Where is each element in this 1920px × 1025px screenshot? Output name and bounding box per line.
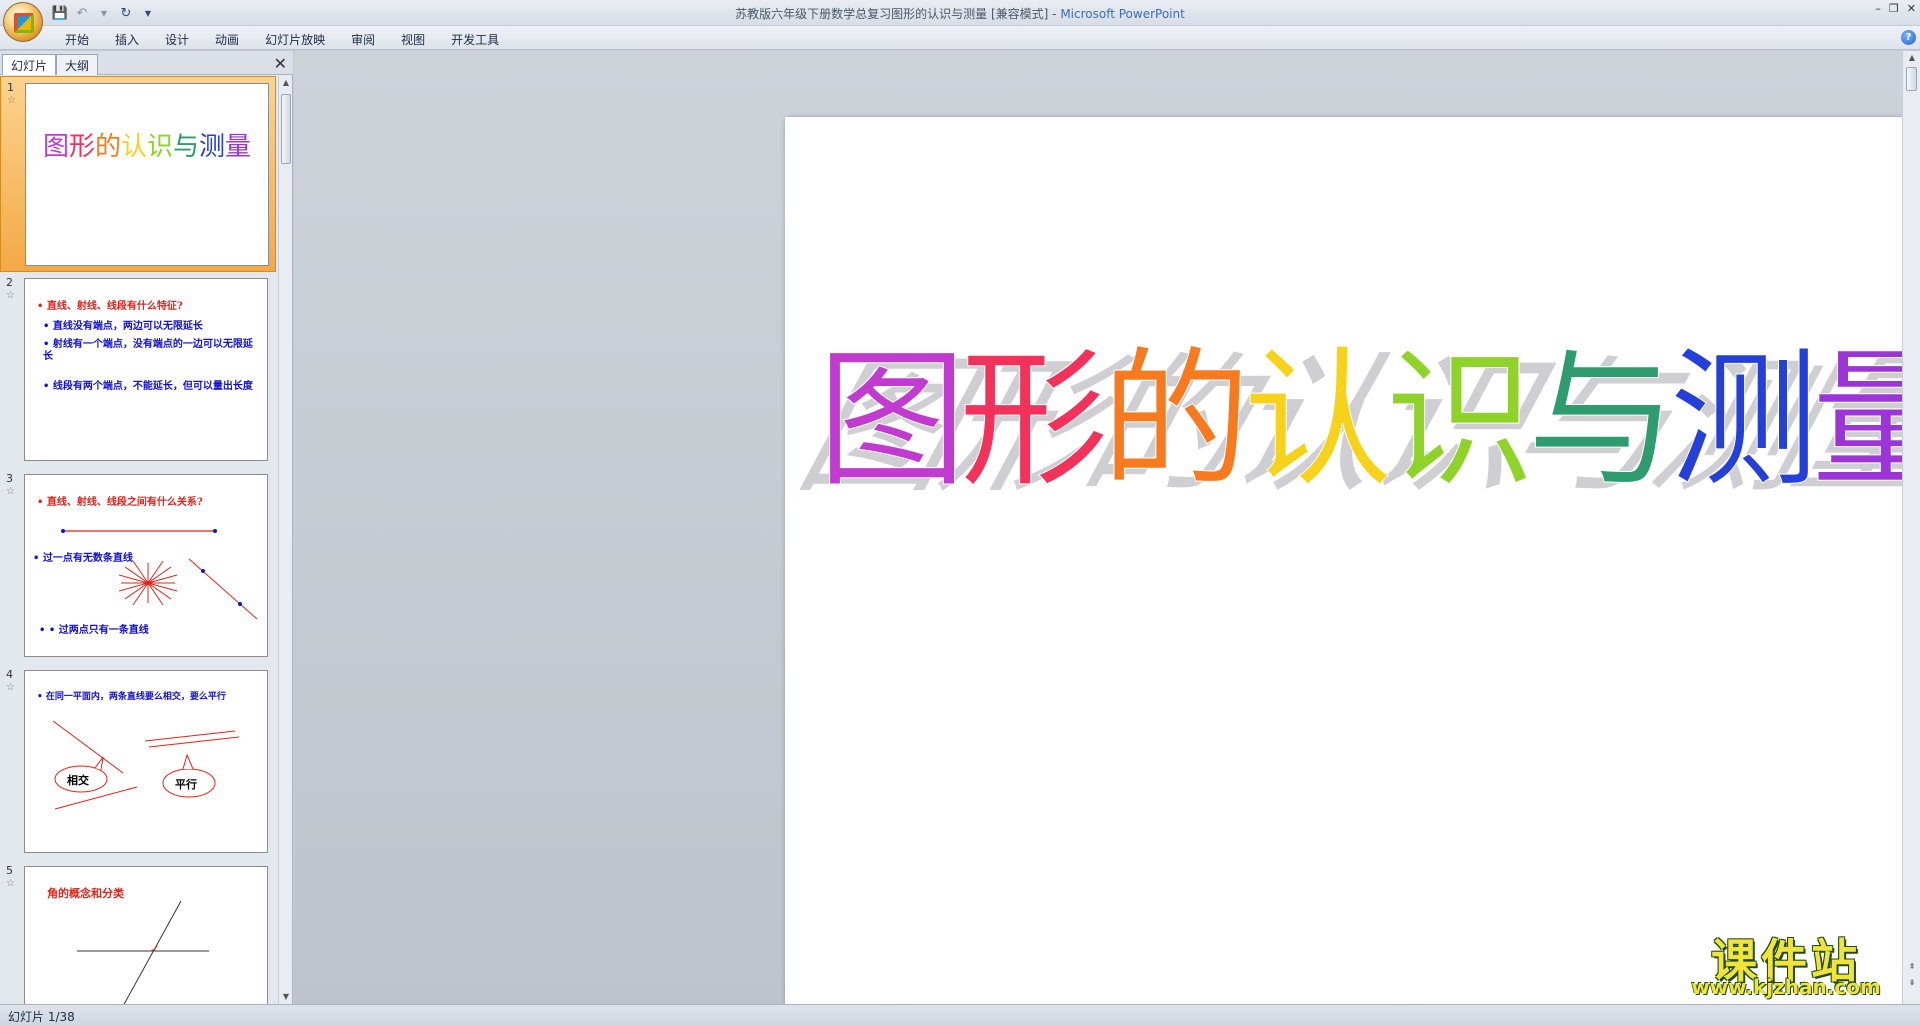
slide-number: 4 <box>6 668 13 681</box>
thumbnail-list: 1 ☆ 图形的认识与测量 2 ☆ • 直线、射线、线段有什么特征? • 直线没有… <box>0 76 276 1004</box>
thumb-text: • 射线有一个端点，没有端点的一边可以无限延长 <box>43 339 253 362</box>
thumbnail-preview: 角的概念和分类 <box>24 866 268 1004</box>
previous-slide-icon[interactable]: ⇞ <box>1905 960 1919 974</box>
thumbnail-title: 图形的认识与测量 <box>26 126 268 163</box>
thumb-diagram <box>77 900 209 1004</box>
thumb-text: • 线段有两个端点，不能延长，但可以量出长度 <box>43 381 253 392</box>
restore-button[interactable]: ❐ <box>1889 2 1899 15</box>
office-logo-icon <box>14 13 34 33</box>
thumbnail-title-char: 识 <box>147 132 174 162</box>
watermark-url: www.kjzhan.com <box>1691 975 1881 999</box>
slide-number: 5 <box>6 864 13 877</box>
thumbnail-title-char: 测 <box>199 132 226 162</box>
watermark: 课件站 www.kjzhan.com <box>1670 925 1902 1001</box>
title-char: 测 <box>1669 334 1819 508</box>
thumbnail-title-char: 认 <box>120 132 147 162</box>
ribbon: 开始 插入 设计 动画 幻灯片放映 审阅 视图 开发工具 ? <box>0 26 1920 50</box>
current-slide[interactable]: 图形的认识与测量图形的认识与测量 <box>785 117 1920 1025</box>
tab-animations[interactable]: 动画 <box>202 29 252 50</box>
pane-tabs: 幻灯片 大纲 ✕ <box>0 51 293 75</box>
slide-counter: 幻灯片 1/38 <box>8 1010 75 1024</box>
title-char: 认 <box>1243 334 1393 508</box>
slide-editing-area: 图形的认识与测量图形的认识与测量 <box>294 51 1920 1025</box>
title-char: 形 <box>959 334 1109 508</box>
minimize-button[interactable]: – <box>1875 2 1881 15</box>
thumb-text: • 直线没有端点，两边可以无限延长 <box>43 321 203 332</box>
thumbnail-title-char: 量 <box>225 132 252 162</box>
tab-slideshow[interactable]: 幻灯片放映 <box>252 29 338 50</box>
title-char: 识 <box>1385 334 1535 508</box>
title-char: 图 <box>817 334 967 508</box>
animation-star-icon: ☆ <box>6 878 15 889</box>
office-button[interactable] <box>3 2 43 42</box>
pane-close-icon[interactable]: ✕ <box>274 54 287 73</box>
slide-number: 2 <box>6 276 13 289</box>
animation-star-icon: ☆ <box>6 486 15 497</box>
slide-number: 1 <box>7 81 14 94</box>
thumbnail-scrollbar[interactable]: ▲ ▼ <box>278 76 292 1004</box>
thumbnail-title-char: 的 <box>94 132 121 162</box>
thumbnail-title-char: 与 <box>173 132 200 162</box>
thumbnail-preview: 图形的认识与测量 <box>25 83 269 266</box>
window-title: 苏教版六年级下册数学总复习图形的认识与测量 [兼容模式] - Microsoft… <box>735 7 1185 21</box>
thumb-diagram <box>52 720 240 810</box>
scroll-down-icon[interactable]: ▼ <box>279 990 293 1004</box>
thumb-label-intersect: 相交 <box>67 774 89 787</box>
next-slide-icon[interactable]: ⇟ <box>1905 976 1919 990</box>
slide-thumbnail-5[interactable]: 5 ☆ 角的概念和分类 <box>0 860 276 1004</box>
slide-thumbnail-4[interactable]: 4 ☆ • 在同一平面内，两条直线要么相交，要么平行 相交 平行 <box>0 664 276 860</box>
thumb-text: • 直线、射线、线段有什么特征? <box>37 301 183 312</box>
animation-star-icon: ☆ <box>6 682 15 693</box>
title-char: 的 <box>1101 334 1251 508</box>
window-controls: – ❐ ✕ <box>1875 2 1916 15</box>
main-scrollbar[interactable]: ▲ ⇞ ⇟ <box>1902 51 1920 1004</box>
scrollbar-thumb[interactable] <box>281 94 291 164</box>
tab-review[interactable]: 审阅 <box>338 29 388 50</box>
scroll-up-icon[interactable]: ▲ <box>1905 51 1919 65</box>
tab-outline[interactable]: 大纲 <box>56 54 99 75</box>
thumbnail-preview: • 直线、射线、线段有什么特征? • 直线没有端点，两边可以无限延长 • 射线有… <box>24 278 268 461</box>
slide-thumbnail-3[interactable]: 3 ☆ • 直线、射线、线段之间有什么关系? • 过一点有无数条直线 • • 过… <box>0 468 276 664</box>
tab-insert[interactable]: 插入 <box>102 29 152 50</box>
thumb-diagram <box>61 529 258 620</box>
tab-home[interactable]: 开始 <box>52 29 102 50</box>
thumb-label-parallel: 平行 <box>175 778 197 791</box>
tab-slides[interactable]: 幻灯片 <box>2 54 57 75</box>
tab-developer[interactable]: 开发工具 <box>438 29 512 50</box>
animation-star-icon: ☆ <box>7 95 16 106</box>
status-bar: 幻灯片 1/38 <box>0 1004 1920 1025</box>
tab-design[interactable]: 设计 <box>152 29 202 50</box>
slide-thumbnail-1[interactable]: 1 ☆ 图形的认识与测量 <box>0 76 276 272</box>
help-icon[interactable]: ? <box>1901 30 1916 45</box>
thumbnail-title-char: 形 <box>68 132 95 162</box>
slides-pane: 幻灯片 大纲 ✕ 1 ☆ 图形的认识与测量 2 ☆ • 直线、射线、线段有什么特… <box>0 51 293 1004</box>
animation-star-icon: ☆ <box>6 290 15 301</box>
ribbon-tabs: 开始 插入 设计 动画 幻灯片放映 审阅 视图 开发工具 <box>52 29 512 50</box>
thumbnail-title-char: 图 <box>42 132 69 162</box>
slide-thumbnail-2[interactable]: 2 ☆ • 直线、射线、线段有什么特征? • 直线没有端点，两边可以无限延长 •… <box>0 272 276 468</box>
slide-number: 3 <box>6 472 13 485</box>
tab-view[interactable]: 视图 <box>388 29 438 50</box>
thumbnail-preview: • 直线、射线、线段之间有什么关系? • 过一点有无数条直线 • • 过两点只有… <box>24 474 268 657</box>
title-bar: 💾 ↶ ▼ ↻ ▼ 苏教版六年级下册数学总复习图形的认识与测量 [兼容模式] -… <box>0 0 1920 42</box>
title-char: 与 <box>1527 334 1677 508</box>
app-name: Microsoft PowerPoint <box>1060 7 1185 21</box>
slide-title-wordart[interactable]: 图形的认识与测量图形的认识与测量 <box>785 117 1920 1025</box>
scrollbar-thumb[interactable] <box>1906 67 1917 91</box>
scroll-up-icon[interactable]: ▲ <box>279 76 293 90</box>
thumbnail-preview: • 在同一平面内，两条直线要么相交，要么平行 相交 平行 <box>24 670 268 853</box>
close-button[interactable]: ✕ <box>1907 2 1916 15</box>
